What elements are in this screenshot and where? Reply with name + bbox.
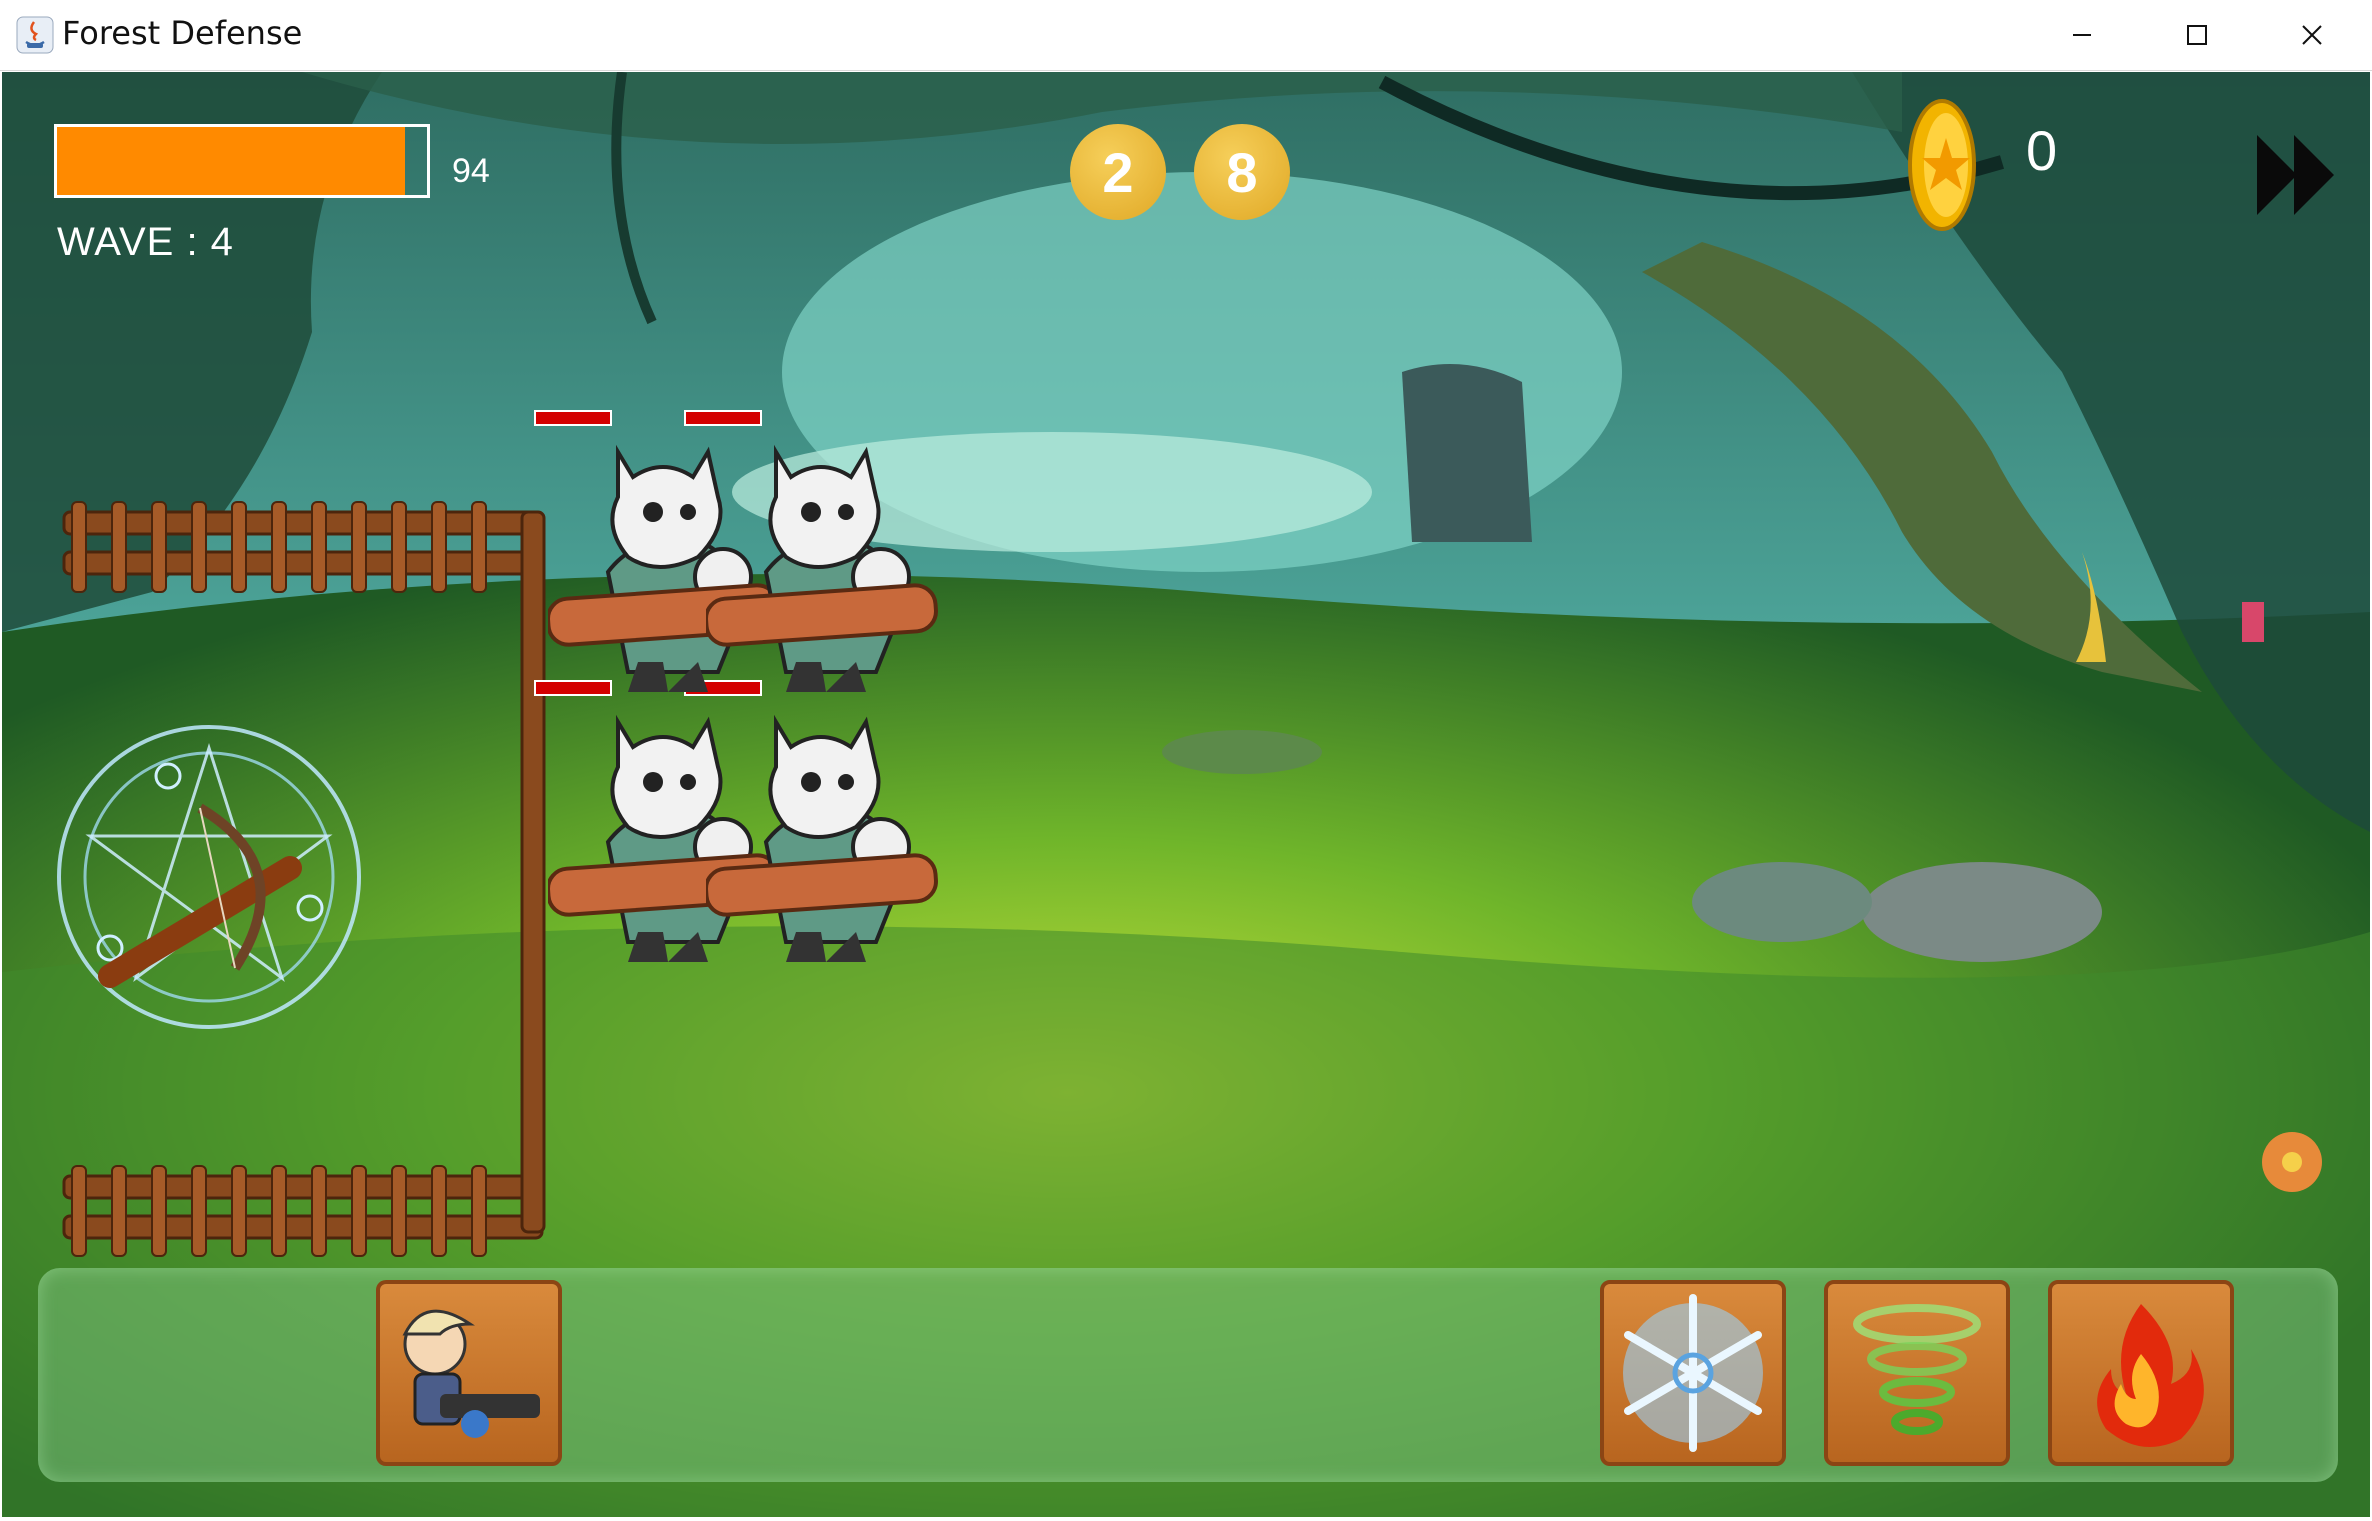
fire-icon (2097, 1304, 2204, 1447)
enemy-health-bar (534, 410, 612, 426)
orc-enemy-sprite (704, 714, 938, 962)
gold-coin-icon (1908, 99, 1976, 231)
wind-spell-card[interactable] (1824, 1280, 2010, 1466)
crossbow-turret[interactable] (50, 718, 368, 1036)
ice-spell-card[interactable] (1600, 1280, 1786, 1466)
fast-forward-icon (2257, 135, 2334, 215)
crossbow-icon (57, 725, 361, 1029)
wave-label: WAVE : 4 (57, 220, 234, 264)
snowflake-icon (1623, 1294, 1763, 1452)
gold-amount: 0 (2026, 119, 2058, 182)
fire-spell-card[interactable] (2048, 1280, 2234, 1466)
maximize-button[interactable] (2139, 0, 2254, 70)
orc-enemy[interactable] (704, 702, 946, 962)
game-canvas[interactable]: 94 WAVE : 4 2 8 0 (2, 72, 2370, 1517)
base-health-fill (57, 127, 405, 195)
maximize-icon (2186, 25, 2207, 45)
base-health-value: 94 (452, 152, 490, 190)
counter-coin-1: 2 (1070, 124, 1166, 220)
tornado-icon (1853, 1304, 1981, 1435)
close-button[interactable] (2254, 0, 2369, 70)
counter-coin-2: 8 (1194, 124, 1290, 220)
title-bar: Forest Defense (0, 0, 2372, 71)
minimize-icon (2072, 34, 2091, 36)
fast-forward-button[interactable] (2252, 130, 2342, 220)
java-app-icon (16, 16, 54, 54)
enemy-health-bar (684, 410, 762, 426)
gunner-hero-card[interactable] (376, 1280, 562, 1466)
minimize-button[interactable] (2024, 0, 2139, 70)
gunner-hero-icon (402, 1309, 540, 1438)
window-title: Forest Defense (62, 14, 303, 52)
orc-enemy[interactable] (704, 432, 946, 692)
orc-enemy-sprite (704, 444, 938, 692)
close-icon (2301, 25, 2322, 45)
